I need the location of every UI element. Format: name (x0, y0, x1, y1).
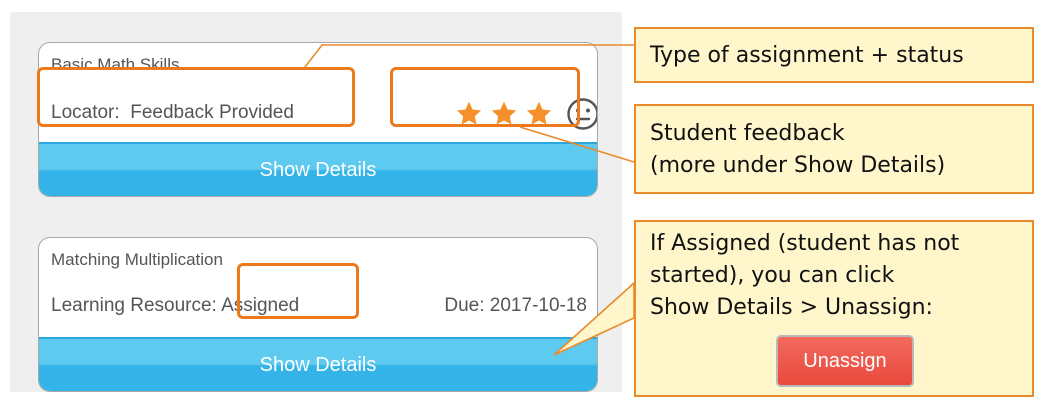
callout-text: Type of assignment + status (650, 43, 964, 68)
assignment-type-label: Locator: (51, 102, 120, 123)
neutral-face-icon (567, 98, 597, 130)
feedback-rating (455, 89, 597, 139)
callout-text: Show Details > Unassign: (650, 295, 933, 320)
assignment-status: Feedback Provided (130, 102, 294, 123)
assignment-list-panel: Basic Math Skills Locator: Feedback Prov… (10, 12, 622, 392)
assignment-card-basic-math: Basic Math Skills Locator: Feedback Prov… (38, 42, 598, 197)
assignment-title: Basic Math Skills (51, 55, 180, 74)
assignment-title: Matching Multiplication (51, 250, 223, 269)
assignment-type-status: Locator: Feedback Provided (51, 102, 294, 124)
assignment-status: Assigned (221, 295, 300, 316)
callout-text: Student feedback (650, 121, 845, 146)
due-date: Due: 2017-10-18 (444, 295, 587, 316)
unassign-button[interactable]: Unassign (776, 335, 914, 387)
assignment-card-matching-multiplication: Matching Multiplication Learning Resourc… (38, 237, 598, 392)
callout-text: If Assigned (student has not (650, 231, 960, 256)
star-icon (456, 101, 482, 125)
callout-type-status: Type of assignment + status (634, 27, 1034, 83)
assignment-type-label: Learning Resource: (51, 295, 217, 316)
callout-text: (more under Show Details) (650, 153, 946, 178)
star-icon (491, 101, 517, 125)
callout-assigned: If Assigned (student has not started), y… (634, 220, 1034, 397)
show-details-button[interactable]: Show Details (39, 337, 597, 391)
callout-feedback: Student feedback (more under Show Detail… (634, 104, 1034, 194)
callout-text: started), you can click (650, 263, 895, 288)
show-details-button[interactable]: Show Details (39, 142, 597, 196)
star-icon (526, 101, 552, 125)
assignment-type-status: Learning Resource: Assigned (51, 295, 299, 317)
